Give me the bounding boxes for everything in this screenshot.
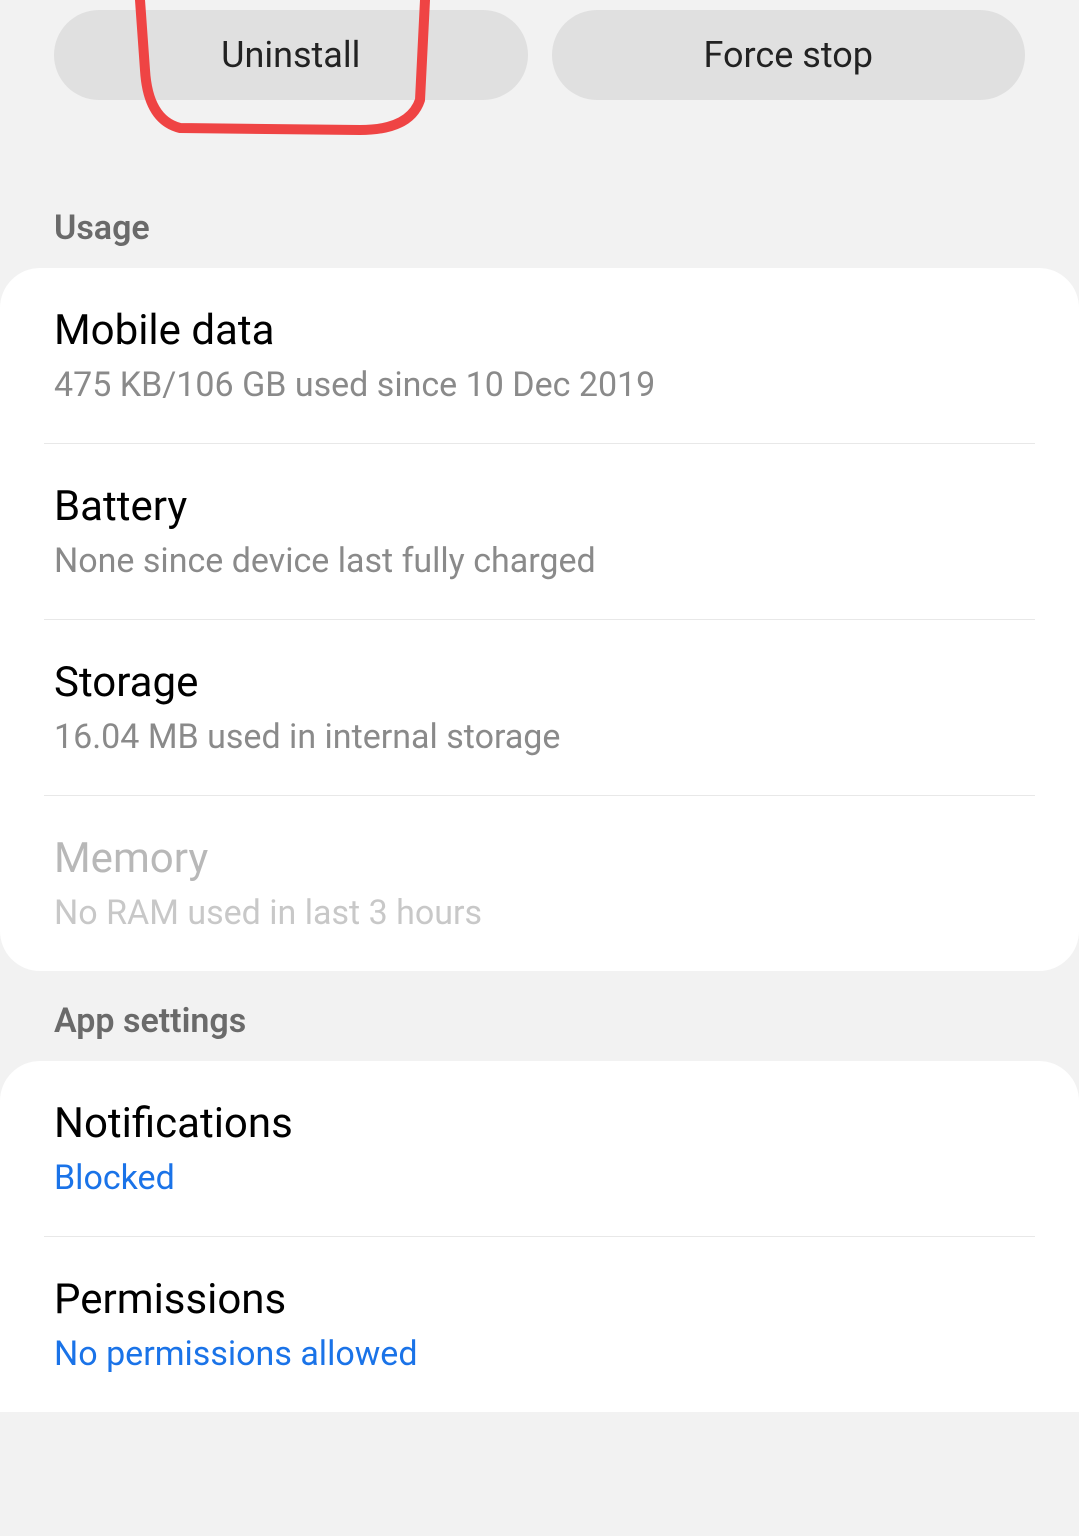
usage-section-header: Usage: [0, 178, 1079, 268]
permissions-item[interactable]: Permissions No permissions allowed: [0, 1237, 1079, 1412]
memory-title: Memory: [54, 834, 1025, 883]
notifications-subtitle: Blocked: [54, 1158, 1025, 1198]
uninstall-button[interactable]: Uninstall: [54, 10, 528, 100]
mobile-data-item[interactable]: Mobile data 475 KB/106 GB used since 10 …: [0, 268, 1079, 443]
app-settings-card: Notifications Blocked Permissions No per…: [0, 1061, 1079, 1412]
force-stop-button[interactable]: Force stop: [552, 10, 1026, 100]
memory-item: Memory No RAM used in last 3 hours: [0, 796, 1079, 971]
app-settings-section-header: App settings: [0, 971, 1079, 1061]
memory-subtitle: No RAM used in last 3 hours: [54, 893, 1025, 933]
battery-subtitle: None since device last fully charged: [54, 541, 1025, 581]
battery-item[interactable]: Battery None since device last fully cha…: [0, 444, 1079, 619]
usage-card: Mobile data 475 KB/106 GB used since 10 …: [0, 268, 1079, 971]
battery-title: Battery: [54, 482, 1025, 531]
storage-subtitle: 16.04 MB used in internal storage: [54, 717, 1025, 757]
mobile-data-subtitle: 475 KB/106 GB used since 10 Dec 2019: [54, 365, 1025, 405]
notifications-title: Notifications: [54, 1099, 1025, 1148]
mobile-data-title: Mobile data: [54, 306, 1025, 355]
storage-item[interactable]: Storage 16.04 MB used in internal storag…: [0, 620, 1079, 795]
permissions-subtitle: No permissions allowed: [54, 1334, 1025, 1374]
permissions-title: Permissions: [54, 1275, 1025, 1324]
notifications-item[interactable]: Notifications Blocked: [0, 1061, 1079, 1236]
storage-title: Storage: [54, 658, 1025, 707]
